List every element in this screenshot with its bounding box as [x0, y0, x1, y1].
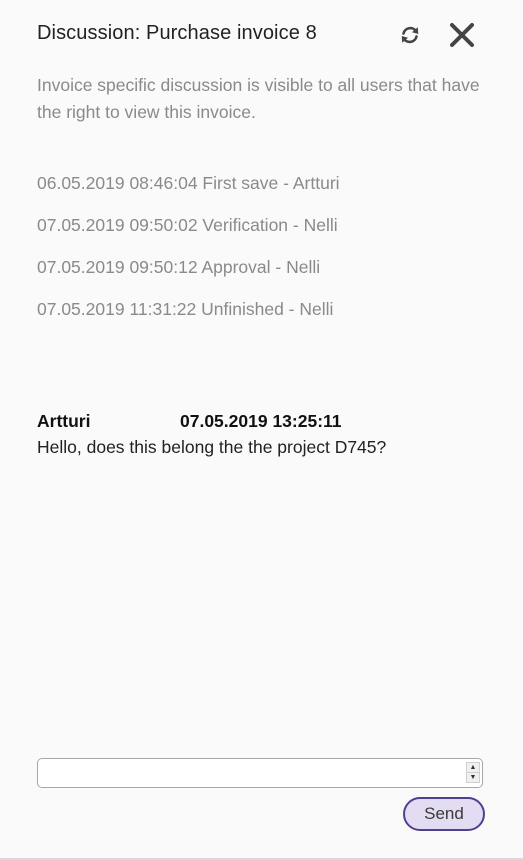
message-text: Hello, does this belong the the project …: [37, 437, 387, 457]
panel-title: Discussion: Purchase invoice 8: [37, 22, 317, 44]
refresh-icon: [401, 26, 419, 44]
log-entry: 06.05.2019 08:46:04 First save - Artturi: [37, 173, 340, 193]
refresh-button[interactable]: [395, 20, 425, 50]
spinner-up-icon[interactable]: ▲: [466, 762, 480, 772]
spinner-down-icon[interactable]: ▼: [466, 772, 480, 783]
log-entry: 07.05.2019 09:50:12 Approval - Nelli: [37, 257, 321, 277]
input-spinner[interactable]: ▲ ▼: [466, 762, 480, 783]
message-item: Artturi 07.05.2019 13:25:11 Hello, does …: [37, 408, 487, 460]
message-input[interactable]: [44, 761, 464, 785]
log-entry: 07.05.2019 11:31:22 Unfinished - Nelli: [37, 299, 334, 319]
log-entry: 07.05.2019 09:50:02 Verification - Nelli: [37, 215, 338, 235]
send-button[interactable]: Send: [403, 797, 485, 831]
close-icon: [450, 23, 474, 47]
message-input-box[interactable]: ▲ ▼: [37, 758, 483, 788]
discussion-info-text: Invoice specific discussion is visible t…: [37, 75, 480, 122]
event-log: 06.05.2019 08:46:04 First save - Artturi…: [37, 170, 487, 338]
message-timestamp: 07.05.2019 13:25:11: [180, 411, 342, 431]
discussion-panel: Discussion: Purchase invoice 8 Invoice s…: [0, 0, 523, 860]
message-header: Artturi 07.05.2019 13:25:11: [37, 408, 487, 434]
message-author: Artturi: [37, 411, 91, 431]
panel-header: Discussion: Purchase invoice 8: [37, 20, 487, 50]
close-button[interactable]: [447, 20, 477, 50]
